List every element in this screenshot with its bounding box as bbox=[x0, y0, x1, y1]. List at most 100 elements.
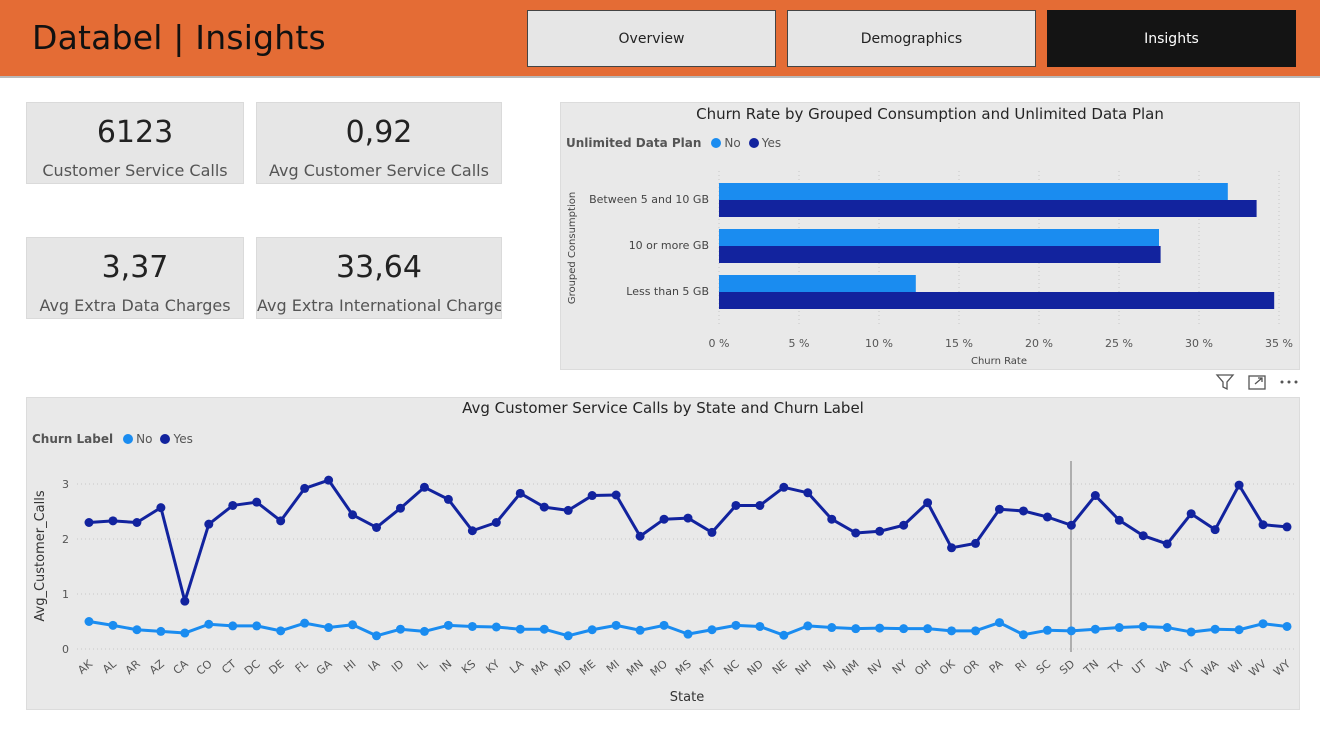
kpi-card-avg-extra-international-charges[interactable]: 33,64 Avg Extra International Charges bbox=[256, 237, 502, 319]
data-point-yes bbox=[923, 498, 933, 508]
x-tick-label: TN bbox=[1081, 657, 1102, 677]
x-tick-label: KY bbox=[484, 657, 503, 676]
data-point-yes bbox=[635, 531, 645, 541]
data-point-yes bbox=[395, 503, 405, 513]
x-tick-label: AK bbox=[75, 657, 95, 677]
data-point-no bbox=[132, 625, 142, 635]
data-point-no bbox=[779, 630, 789, 640]
x-tick-label: NY bbox=[890, 657, 910, 677]
nav-button-overview[interactable]: Overview bbox=[527, 10, 776, 67]
x-tick-label: IN bbox=[437, 657, 454, 674]
line-series-yes bbox=[88, 478, 1288, 603]
line-chart: 0 1 2 3 AK AL AR AZ CA CO CT DC DE FL GA HI IA ID IL IN KS KY… bbox=[33, 461, 1297, 705]
data-point-yes bbox=[1138, 531, 1148, 541]
data-point-no bbox=[228, 621, 238, 631]
data-point-no bbox=[971, 626, 981, 636]
category-label: Between 5 and 10 GB bbox=[589, 193, 709, 206]
nav-button-insights[interactable]: Insights bbox=[1047, 10, 1296, 67]
y-axis-title: Avg_Customer_Calls bbox=[33, 490, 48, 621]
report-header: Databel | Insights Overview Demographics… bbox=[0, 0, 1320, 78]
kpi-label: Avg Extra International Charges bbox=[257, 296, 502, 315]
data-point-no bbox=[923, 624, 933, 634]
data-point-no bbox=[851, 624, 861, 634]
data-point-no bbox=[731, 620, 741, 630]
data-point-yes bbox=[803, 488, 813, 498]
data-point-yes bbox=[1018, 506, 1028, 516]
x-tick-label: 35 % bbox=[1265, 337, 1293, 350]
data-point-yes bbox=[755, 500, 765, 510]
x-tick-label: WV bbox=[1247, 657, 1270, 679]
data-point-no bbox=[1042, 625, 1052, 635]
kpi-card-avg-extra-data-charges[interactable]: 3,37 Avg Extra Data Charges bbox=[26, 237, 244, 319]
data-point-yes bbox=[515, 488, 525, 498]
data-point-no bbox=[1282, 621, 1292, 631]
data-point-yes bbox=[276, 516, 286, 526]
data-point-no bbox=[1186, 627, 1196, 637]
data-point-no bbox=[563, 631, 573, 641]
x-tick-label: TX bbox=[1105, 657, 1125, 677]
data-point-no bbox=[108, 620, 118, 630]
x-tick-label: SD bbox=[1057, 657, 1077, 677]
data-point-yes bbox=[228, 500, 238, 510]
data-point-yes bbox=[899, 520, 909, 530]
x-tick-label: CA bbox=[171, 657, 191, 677]
nav-button-demographics[interactable]: Demographics bbox=[787, 10, 1036, 67]
x-axis-title: State bbox=[670, 690, 704, 705]
data-point-no bbox=[204, 619, 214, 629]
data-point-yes bbox=[108, 516, 118, 526]
data-point-yes bbox=[1090, 491, 1100, 501]
kpi-card-avg-customer-service-calls[interactable]: 0,92 Avg Customer Service Calls bbox=[256, 102, 502, 184]
data-point-yes bbox=[707, 527, 717, 537]
data-point-no bbox=[611, 620, 621, 630]
data-point-no bbox=[899, 624, 909, 634]
x-tick-label: 30 % bbox=[1185, 337, 1213, 350]
x-tick-label: CO bbox=[194, 657, 215, 678]
x-tick-label: NC bbox=[721, 657, 742, 677]
data-point-no bbox=[755, 621, 765, 631]
x-tick-label: 0 % bbox=[709, 337, 730, 350]
y-tick-label: 2 bbox=[62, 533, 69, 546]
filter-icon[interactable] bbox=[1214, 372, 1236, 392]
x-tick-label: 20 % bbox=[1025, 337, 1053, 350]
data-point-no bbox=[1210, 624, 1220, 634]
x-tick-label: VT bbox=[1178, 657, 1197, 676]
y-axis-title: Grouped Consumption bbox=[567, 192, 578, 304]
data-point-yes bbox=[372, 522, 382, 532]
y-tick-label: 1 bbox=[62, 588, 69, 601]
x-tick-label: AR bbox=[123, 657, 143, 677]
data-point-no bbox=[947, 626, 957, 636]
kpi-card-customer-service-calls[interactable]: 6123 Customer Service Calls bbox=[26, 102, 244, 184]
x-tick-label: NH bbox=[793, 657, 814, 678]
category-label: 10 or more GB bbox=[629, 239, 709, 252]
x-tick-label: MO bbox=[648, 657, 671, 679]
kpi-label: Avg Extra Data Charges bbox=[39, 296, 231, 315]
data-point-yes bbox=[827, 514, 837, 524]
data-point-yes bbox=[84, 518, 94, 527]
focus-mode-icon[interactable] bbox=[1246, 372, 1268, 392]
kpi-value: 0,92 bbox=[345, 115, 413, 150]
x-tick-label: WA bbox=[1199, 657, 1221, 679]
service-calls-line-chart-panel[interactable]: Avg Customer Service Calls by State and … bbox=[26, 397, 1300, 710]
x-tick-label: OH bbox=[912, 657, 933, 678]
data-point-no bbox=[827, 623, 837, 633]
data-point-yes bbox=[683, 513, 693, 523]
x-tick-label: NE bbox=[770, 657, 790, 677]
x-tick-label: NJ bbox=[821, 657, 838, 674]
data-point-no bbox=[324, 623, 334, 633]
x-tick-label: CT bbox=[219, 657, 239, 676]
data-point-no bbox=[1114, 623, 1124, 633]
x-tick-label: AZ bbox=[147, 657, 167, 677]
data-point-yes bbox=[324, 475, 334, 485]
churn-rate-bar-chart-panel[interactable]: Churn Rate by Grouped Consumption and Un… bbox=[560, 102, 1300, 370]
data-point-no bbox=[491, 622, 501, 632]
x-tick-label: WI bbox=[1226, 657, 1245, 676]
more-options-icon[interactable] bbox=[1278, 372, 1300, 392]
data-point-yes bbox=[252, 497, 262, 507]
data-point-no bbox=[156, 626, 166, 636]
data-point-yes bbox=[1162, 539, 1172, 549]
bar-no bbox=[719, 229, 1159, 246]
data-point-yes bbox=[132, 518, 142, 527]
data-point-no bbox=[1090, 624, 1100, 634]
x-tick-label: IA bbox=[366, 657, 383, 674]
x-tick-label: WY bbox=[1271, 657, 1293, 678]
